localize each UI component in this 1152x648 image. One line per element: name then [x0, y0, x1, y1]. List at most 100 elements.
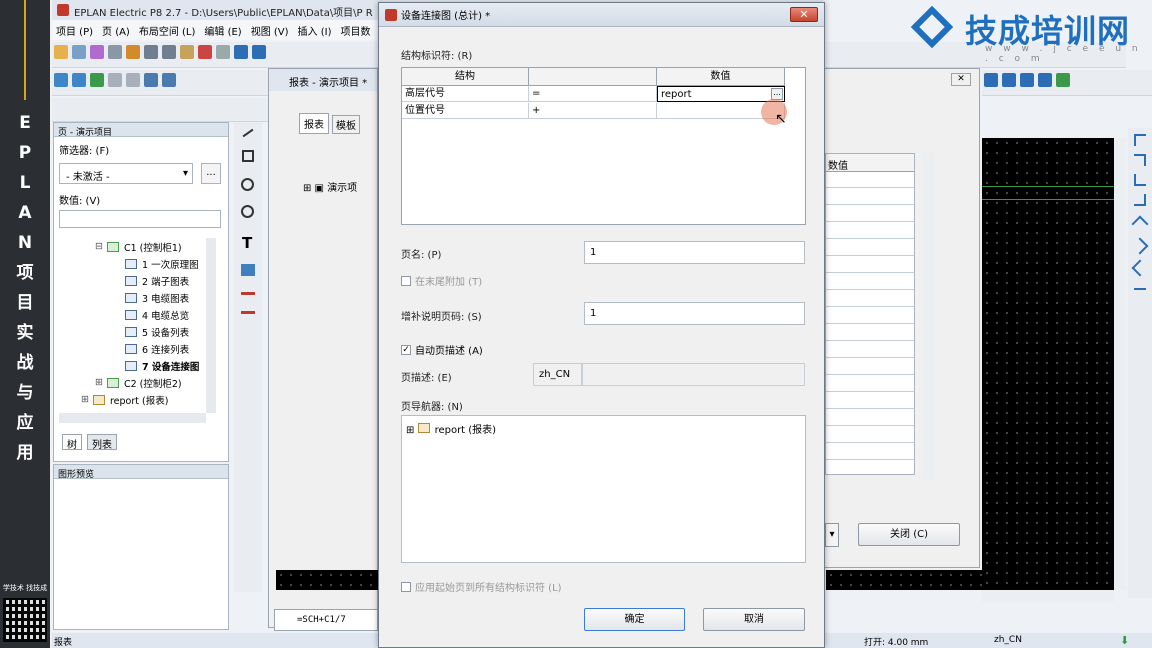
checkmark-icon[interactable]: ✓	[401, 344, 411, 355]
open-icon[interactable]	[72, 45, 86, 59]
apply-all-checkbox-box[interactable]	[401, 581, 411, 592]
rectangle-icon[interactable]	[242, 150, 254, 162]
tab-tree[interactable]: 树	[62, 434, 82, 451]
menu-insert[interactable]: 插入 (I)	[298, 23, 332, 38]
dialog-close-button[interactable]: ✕	[790, 7, 818, 22]
cancel-button[interactable]: 取消	[703, 608, 805, 631]
tree-item-page-1[interactable]: 1 一次原理图	[59, 255, 215, 272]
undo-icon[interactable]	[234, 45, 248, 59]
tree-item-page-2[interactable]: 2 端子图表	[59, 272, 215, 289]
page-prop-icon[interactable]	[72, 73, 86, 87]
page-icon	[125, 343, 137, 354]
plugin-icon[interactable]	[90, 73, 104, 87]
canvas-vscroll[interactable]	[1114, 138, 1126, 590]
tree-hscroll[interactable]	[59, 413, 206, 423]
tree-vscroll[interactable]	[206, 238, 216, 413]
auto-page-desc-checkbox[interactable]: ✓ 自动页描述 (A)	[401, 342, 483, 357]
paste-icon[interactable]	[180, 45, 194, 59]
tree-item-page-7[interactable]: 7 设备连接图	[59, 357, 215, 374]
dimension-icon[interactable]	[241, 292, 255, 295]
expand-icon[interactable]: ⊞ ▣	[303, 183, 327, 194]
menu-project-data[interactable]: 项目数	[340, 23, 370, 38]
corner-top-left-icon[interactable]	[1134, 134, 1146, 146]
menu-edit[interactable]: 编辑 (E)	[204, 23, 241, 38]
corner-icon[interactable]	[1002, 73, 1016, 87]
expand-icon[interactable]: ⊞	[406, 425, 418, 436]
ellipse-icon[interactable]	[241, 205, 254, 218]
collapse-icon[interactable]: ⊟	[95, 241, 103, 252]
tree-item-page-5[interactable]: 5 设备列表	[59, 323, 215, 340]
tee-down-icon[interactable]	[1131, 215, 1149, 233]
tree-item-c1[interactable]: ⊟ C1 (控制柜1)	[59, 238, 215, 255]
tee-icon[interactable]	[1020, 73, 1034, 87]
new-icon[interactable]	[54, 45, 68, 59]
append-at-end-checkbox[interactable]: 在末尾附加 (T)	[401, 273, 482, 288]
canvas-hscroll[interactable]	[982, 590, 1114, 602]
tee-left-icon[interactable]	[1131, 237, 1149, 255]
canvas-frame-line	[982, 186, 1114, 200]
menu-page[interactable]: 页 (A)	[102, 23, 130, 38]
expand-icon[interactable]: ⊞	[95, 377, 103, 388]
expand-icon[interactable]: ⊞	[81, 394, 89, 405]
value-input[interactable]	[59, 210, 221, 228]
tee-up-icon[interactable]	[1131, 259, 1149, 277]
page-tab-bottom[interactable]: =SCH+C1/7	[274, 609, 378, 631]
drawing-canvas[interactable]	[982, 138, 1114, 590]
break-icon[interactable]	[1134, 288, 1146, 290]
banner-char: A	[18, 203, 32, 223]
supplement-input[interactable]: 1	[584, 302, 805, 325]
page-nav-icon[interactable]	[54, 73, 68, 87]
append-checkbox-box[interactable]	[401, 275, 411, 286]
tree-item-report[interactable]: ⊞ report (报表)	[59, 391, 215, 408]
save-icon[interactable]	[90, 45, 104, 59]
report-window-title: 报表 - 演示项目 *	[269, 69, 377, 91]
grid-row-higher-level: 高层代号	[402, 86, 529, 102]
tab-template[interactable]: 模板	[332, 115, 360, 134]
line-icon[interactable]	[242, 128, 254, 138]
tree-item-page-4[interactable]: 4 电缆总览	[59, 306, 215, 323]
print-icon[interactable]	[108, 45, 122, 59]
copy-icon[interactable]	[162, 45, 176, 59]
report-tree-item[interactable]: ⊞ ▣ 演示项	[303, 179, 357, 194]
text-icon[interactable]: T	[242, 234, 262, 252]
apply-all-checkbox[interactable]: 应用起始页到所有结构标识符 (L)	[401, 579, 562, 594]
cross-icon[interactable]	[1038, 73, 1052, 87]
cut-icon[interactable]	[144, 45, 158, 59]
redo-icon[interactable]	[252, 45, 266, 59]
dropdown-arrow-icon[interactable]: ▾	[825, 523, 839, 547]
tab-report[interactable]: 报表	[299, 113, 329, 134]
nav-report-item[interactable]: ⊞ report (报表)	[406, 421, 496, 436]
wrench-icon[interactable]	[126, 45, 140, 59]
grid-scrollbar[interactable]	[923, 153, 935, 479]
higher-level-value-input[interactable]: report ...	[657, 86, 785, 102]
ok-button[interactable]: 确定	[584, 608, 685, 631]
jump-icon[interactable]	[1056, 73, 1070, 87]
download-icon[interactable]: ⬇	[1120, 634, 1129, 647]
corner-bottom-left-icon[interactable]	[1134, 174, 1146, 186]
bar-icon[interactable]	[144, 73, 158, 87]
filter-select[interactable]: - 未激活 - ▾	[59, 163, 193, 184]
corner-top-right-icon[interactable]	[1134, 154, 1146, 166]
connect-icon[interactable]	[108, 73, 122, 87]
dimension-angle-icon[interactable]	[241, 311, 255, 314]
connection-symbol-icon[interactable]	[984, 73, 998, 87]
tree-item-c2[interactable]: ⊞ C2 (控制柜2)	[59, 374, 215, 391]
filter-more-button[interactable]: ...	[201, 163, 221, 184]
delete-icon[interactable]	[198, 45, 212, 59]
format-icon[interactable]	[216, 45, 230, 59]
tree-item-page-3[interactable]: 3 电缆图表	[59, 289, 215, 306]
tab-list[interactable]: 列表	[87, 434, 117, 451]
menu-project[interactable]: 项目 (P)	[56, 23, 93, 38]
close-icon[interactable]: ✕	[951, 73, 971, 86]
image-icon[interactable]	[241, 264, 255, 276]
menu-layout-space[interactable]: 布局空间 (L)	[139, 23, 196, 38]
terminal-icon[interactable]	[126, 73, 140, 87]
circle-icon[interactable]	[241, 178, 254, 191]
flag-icon[interactable]	[162, 73, 176, 87]
page-name-label: 页名: (P)	[401, 250, 442, 261]
close-button[interactable]: 关闭 (C)	[858, 523, 960, 546]
menu-view[interactable]: 视图 (V)	[251, 23, 289, 38]
page-name-input[interactable]: 1	[584, 241, 805, 264]
corner-bottom-right-icon[interactable]	[1134, 194, 1146, 206]
tree-item-page-6[interactable]: 6 连接列表	[59, 340, 215, 357]
